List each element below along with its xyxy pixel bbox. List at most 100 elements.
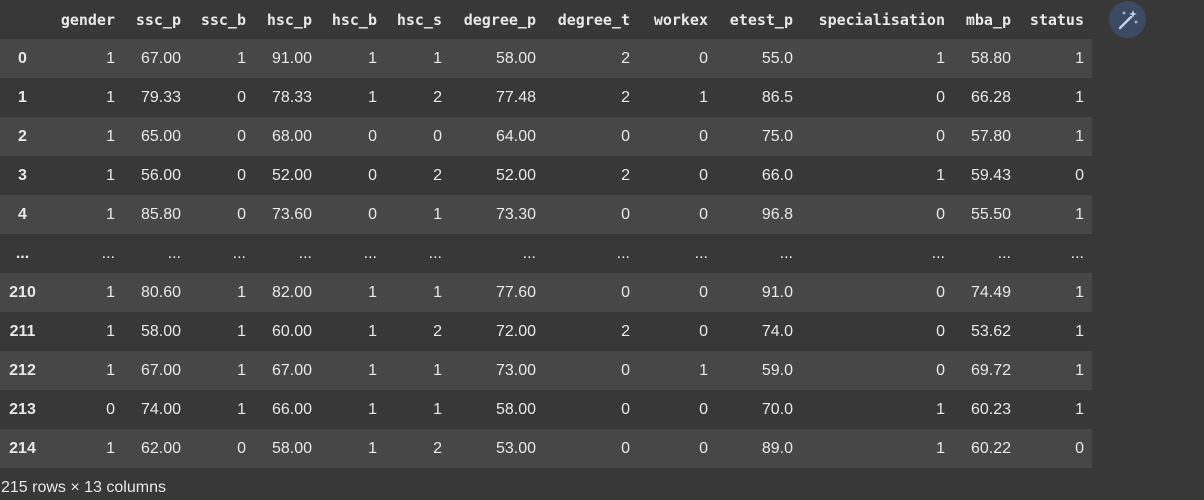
table-cell: 58.00 — [495, 400, 536, 418]
table-cell: 1 — [368, 400, 377, 418]
table-cell: 74.49 — [970, 283, 1011, 301]
table-cell: 0 — [368, 205, 377, 223]
table-cell: 1 — [1075, 49, 1084, 67]
table-cell: 82.00 — [271, 283, 312, 301]
table-cell: 1 — [433, 361, 442, 379]
row-index: 1 — [18, 88, 27, 106]
table-cell: 85.80 — [140, 205, 181, 223]
table-cell: 1 — [106, 205, 115, 223]
table-cell: 64.00 — [495, 127, 536, 145]
table-cell: 2 — [621, 166, 630, 184]
table-cell: 53.62 — [970, 322, 1011, 340]
table-cell: 0 — [936, 88, 945, 106]
table-cell: 0 — [699, 166, 708, 184]
table-body: 0 1 67.00 1 91.00 1 1 58.00 2 0 55.0 1 58.80 1 1 1 79.33… — [0, 39, 1092, 468]
table-cell: 1 — [699, 88, 708, 106]
magic-wand-button[interactable] — [1109, 1, 1146, 38]
table-row: 0 1 67.00 1 91.00 1 1 58.00 2 0 55.0 1 58.80 1 — [0, 39, 1092, 78]
table-cell: 0 — [699, 127, 708, 145]
table-cell: 69.72 — [970, 361, 1011, 379]
table-cell: 1 — [368, 283, 377, 301]
table-cell: 68.00 — [271, 127, 312, 145]
table-cell: 1 — [368, 439, 377, 457]
table-row: 2 1 65.00 0 68.00 0 0 64.00 0 0 75.0 0 57.80 1 — [0, 117, 1092, 156]
table-cell: ... — [1070, 244, 1084, 262]
table-cell: 80.60 — [140, 283, 181, 301]
header-row: gender ssc_p ssc_b hsc_p hsc_b hsc_s deg… — [0, 0, 1092, 39]
table-cell: 78.33 — [271, 88, 312, 106]
column-header-workex: workex — [653, 10, 708, 29]
table-cell: ... — [616, 244, 630, 262]
table-cell: 2 — [433, 88, 442, 106]
table-cell: 1 — [368, 49, 377, 67]
table-cell: 0 — [936, 283, 945, 301]
table-cell: 1 — [368, 322, 377, 340]
table-cell: 75.0 — [761, 127, 793, 145]
table-cell: 55.0 — [761, 49, 793, 67]
table-row: 210 1 80.60 1 82.00 1 1 77.60 0 0 91.0 0 74.49 1 — [0, 273, 1092, 312]
table-cell: 60.22 — [970, 439, 1011, 457]
table-cell: ... — [363, 244, 377, 262]
table-cell: 0 — [699, 322, 708, 340]
table-cell: 1 — [936, 439, 945, 457]
table-cell: 0 — [699, 49, 708, 67]
table-cell: 2 — [433, 322, 442, 340]
table-cell: 74.0 — [761, 322, 793, 340]
table-cell: 1 — [237, 361, 246, 379]
table-cell: 1 — [699, 361, 708, 379]
table-cell: 89.0 — [761, 439, 793, 457]
table-cell: ... — [931, 244, 945, 262]
table-cell: 1 — [106, 283, 115, 301]
table-row: 213 0 74.00 1 66.00 1 1 58.00 0 0 70.0 1 60.23 1 — [0, 390, 1092, 429]
table-cell: 1 — [106, 439, 115, 457]
column-header-index — [0, 0, 45, 39]
row-index: 212 — [9, 361, 36, 379]
table-cell: 58.00 — [271, 439, 312, 457]
table-cell: 70.0 — [761, 400, 793, 418]
table-cell: 91.00 — [271, 49, 312, 67]
table-cell: 0 — [1075, 166, 1084, 184]
table-cell: 0 — [699, 205, 708, 223]
row-index: 4 — [18, 205, 27, 223]
table-cell: ... — [428, 244, 442, 262]
column-header-mba_p: mba_p — [965, 10, 1011, 29]
table-cell: 74.00 — [140, 400, 181, 418]
table-cell: 59.43 — [970, 166, 1011, 184]
table-cell: 1 — [237, 322, 246, 340]
column-header-degree_t: degree_t — [557, 10, 630, 29]
table-cell: 0 — [368, 127, 377, 145]
table-cell: 1 — [1075, 361, 1084, 379]
table-cell: 1 — [1075, 322, 1084, 340]
column-header-hsc_b: hsc_b — [331, 10, 377, 29]
row-index: ... — [15, 244, 30, 262]
table-cell: 0 — [368, 166, 377, 184]
table-cell: ... — [779, 244, 793, 262]
table-cell: 0 — [699, 400, 708, 418]
table-cell: 66.28 — [970, 88, 1011, 106]
table-cell: 2 — [621, 49, 630, 67]
table-cell: 0 — [237, 127, 246, 145]
table-cell: 1 — [433, 49, 442, 67]
table-row: 214 1 62.00 0 58.00 1 2 53.00 0 0 89.0 1 60.22 0 — [0, 429, 1092, 468]
table-cell: 0 — [621, 205, 630, 223]
table-cell: 1 — [433, 205, 442, 223]
table-cell: 73.60 — [271, 205, 312, 223]
column-header-ssc_b: ssc_b — [200, 10, 246, 29]
table-cell: 0 — [433, 127, 442, 145]
row-index: 0 — [18, 49, 27, 67]
table-cell: 62.00 — [140, 439, 181, 457]
table-cell: 1 — [237, 283, 246, 301]
table-cell: 1 — [936, 49, 945, 67]
dataframe-shape: 215 rows × 13 columns — [1, 479, 166, 496]
table-cell: 58.00 — [495, 49, 536, 67]
table-cell: 1 — [936, 166, 945, 184]
table-cell: 0 — [936, 205, 945, 223]
table-cell: 0 — [106, 400, 115, 418]
table-cell: 1 — [368, 361, 377, 379]
table-row: 1 1 79.33 0 78.33 1 2 77.48 2 1 86.5 0 66.28 1 — [0, 78, 1092, 117]
table-cell: 55.50 — [970, 205, 1011, 223]
column-header-gender: gender — [60, 10, 115, 29]
table-cell: 0 — [699, 283, 708, 301]
table-cell: ... — [101, 244, 115, 262]
table-cell: 1 — [1075, 127, 1084, 145]
